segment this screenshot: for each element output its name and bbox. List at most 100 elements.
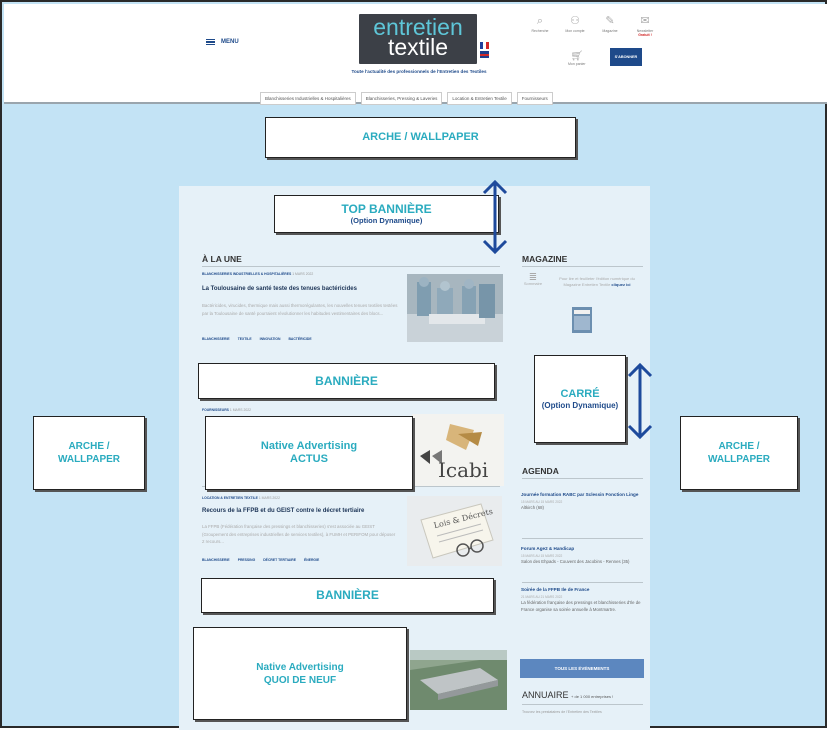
- cart-link[interactable]: 🛒︎ Mon panier: [568, 51, 586, 66]
- account-link[interactable]: ⚇ Mon compte: [564, 14, 586, 37]
- carre-arrow-icon: [627, 362, 653, 440]
- article1-tags: BLANCHISSERIE TEXTILE INNOVATION BACTÉRI…: [202, 337, 312, 341]
- category-tab-blanchisseries-industrielles[interactable]: Blanchisseries Industrielles & Hospitali…: [260, 92, 356, 105]
- event-place: Altkirch (68): [521, 505, 544, 510]
- arche-right-text: ARCHE / WALLPAPER: [707, 441, 771, 465]
- magazine-divider: [522, 266, 643, 267]
- article1-title[interactable]: La Toulousaine de santé teste des tenues…: [202, 286, 402, 292]
- magazine-link[interactable]: cliquez ici: [611, 282, 630, 287]
- tag[interactable]: DÉCRET TERTIAIRE: [263, 558, 296, 562]
- wallpaper-area: MENU entretien textile Toute l'actualité…: [0, 0, 827, 730]
- top-banner-arrow-icon: [482, 179, 508, 255]
- native-actus-label: Native Advertising ACTUS: [205, 416, 413, 490]
- banner-1-label: BANNIÈRE: [198, 363, 495, 399]
- top-banner-text: TOP BANNIÈRE: [341, 202, 432, 216]
- category-tab-location[interactable]: Location & Entretien Textile: [447, 92, 512, 105]
- site-header: MENU entretien textile Toute l'actualité…: [4, 4, 827, 105]
- native-actus-line1: Native Advertising: [260, 440, 358, 452]
- native-quoi-line1: Native Advertising: [256, 661, 344, 673]
- tag[interactable]: ÉNERGIE: [304, 558, 319, 562]
- une-title: À LA UNE: [202, 254, 242, 264]
- french-flag-icon[interactable]: [480, 42, 489, 49]
- carre-text: CARRÉ: [560, 388, 600, 400]
- search-link[interactable]: ⌕ Recherche: [529, 14, 551, 37]
- agenda-event[interactable]: Journée formation RABC par Sclessin Fonc…: [521, 492, 645, 512]
- all-events-button[interactable]: TOUS LES ÉVÉNEMENTS: [520, 659, 644, 678]
- icabi-logo-text: Icabi: [438, 458, 489, 482]
- newsletter-free-badge: Gratuit !: [638, 33, 652, 37]
- search-label: Recherche: [531, 29, 549, 33]
- logo-line-2: textile: [387, 34, 449, 60]
- article2-category[interactable]: FOURNISSEURS 1 MARS 2022: [202, 408, 251, 412]
- article3-category[interactable]: LOCATION & ENTRETIEN TEXTILE 1 MARS 2022: [202, 496, 280, 500]
- tag[interactable]: PRESSING: [238, 558, 256, 562]
- category-tab-fournisseurs[interactable]: Fournisseurs: [516, 92, 553, 105]
- annuaire-title: ANNUAIRE: [522, 690, 569, 700]
- banner-2-label: BANNIÈRE: [201, 578, 494, 613]
- carre-label: CARRÉ (Option Dynamique): [534, 355, 626, 443]
- hamburger-icon: [206, 39, 215, 45]
- language-flags: [480, 42, 489, 58]
- magazine-link[interactable]: ✎ Magazine: [599, 14, 621, 37]
- article1-excerpt: Bactéricides, virucides, thermique mais …: [202, 303, 398, 316]
- annuaire-divider: [522, 704, 643, 705]
- newsletter-icon: ✉: [640, 15, 650, 27]
- subscribe-button[interactable]: S'ABONNER: [610, 48, 642, 66]
- tag[interactable]: INNOVATION: [260, 337, 281, 341]
- category-tab-pressing[interactable]: Blanchisseries, Pressing & Laveries: [360, 92, 443, 105]
- search-icon: ⌕: [536, 15, 544, 27]
- cart-label: Mon panier: [568, 62, 586, 66]
- agenda-event[interactable]: Soirée de la FFPB Ile de France 21 MARS …: [521, 587, 645, 613]
- annuaire-text: Trouvez les prestataires de l'Entretien …: [522, 710, 602, 714]
- menu-label: MENU: [221, 39, 239, 45]
- carre-sub: (Option Dynamique): [541, 401, 619, 410]
- category-nav: Blanchisseries Industrielles & Hospitali…: [260, 92, 553, 105]
- native-actus-line2: ACTUS: [290, 453, 328, 465]
- menu-button[interactable]: MENU: [206, 39, 239, 45]
- summary-label: Sommaire: [523, 281, 543, 286]
- english-flag-icon[interactable]: [480, 51, 489, 58]
- article3-image[interactable]: Lois & Décrets: [407, 496, 502, 566]
- top-banner-label: TOP BANNIÈRE (Option Dynamique): [274, 195, 499, 233]
- newsletter-link[interactable]: ✉ Newsletter Gratuit !: [634, 14, 656, 37]
- tag[interactable]: TEXTILE: [238, 337, 252, 341]
- event-divider: [522, 582, 643, 583]
- banner-2-text: BANNIÈRE: [316, 588, 379, 602]
- tag[interactable]: BLANCHISSERIE: [202, 558, 230, 562]
- top-banner-sub: (Option Dynamique): [350, 216, 423, 225]
- magazine-label: Magazine: [602, 29, 618, 33]
- article3-excerpt: La FFPB (Fédération française des pressi…: [202, 524, 396, 544]
- event-title[interactable]: Journée formation RABC par Sclessin Fonc…: [521, 492, 645, 499]
- tag[interactable]: BACTÉRICIDE: [288, 337, 311, 341]
- article1-image[interactable]: [407, 274, 503, 342]
- magazine-text: Pour lire et feuilleter l'édition numéri…: [552, 276, 642, 288]
- article3-tags: BLANCHISSERIE PRESSING DÉCRET TERTIAIRE …: [202, 558, 319, 562]
- article3-title[interactable]: Recours de la FFPB et du GEIST contre le…: [202, 508, 402, 514]
- arche-top-label: ARCHE / WALLPAPER: [265, 117, 576, 158]
- agenda-divider: [522, 478, 643, 479]
- arche-top-text: ARCHE / WALLPAPER: [362, 131, 479, 143]
- magazine-cover[interactable]: [572, 307, 592, 333]
- event-divider: [522, 538, 643, 539]
- event-place: La fédération française des pressings et…: [521, 600, 641, 612]
- arche-left-label: ARCHE / WALLPAPER: [33, 416, 145, 490]
- magazine-summary-link[interactable]: ≣ Sommaire: [521, 273, 545, 287]
- icabi-logo-image[interactable]: Icabi: [412, 414, 504, 486]
- account-label: Mon compte: [565, 29, 585, 33]
- une-divider: [202, 266, 500, 267]
- agenda-event[interactable]: Forum Age2 & Handicap 15 MARS AU 15 MARS…: [521, 546, 645, 566]
- article1-category[interactable]: BLANCHISSERIES INDUSTRIELLES & HOSPITALI…: [202, 272, 313, 276]
- event-place: Salon des Ehpads - Couvent des Jacobins …: [521, 559, 630, 564]
- magazine-icon: ✎: [605, 15, 615, 27]
- arche-left-text: ARCHE / WALLPAPER: [57, 441, 121, 465]
- agenda-title: AGENDA: [522, 466, 559, 476]
- site-logo[interactable]: entretien textile: [359, 14, 477, 64]
- arche-right-label: ARCHE / WALLPAPER: [680, 416, 798, 490]
- native-quoi-label: Native Advertising QUOI DE NEUF: [193, 627, 407, 720]
- cart-icon: 🛒︎: [570, 51, 584, 62]
- annuaire-heading: ANNUAIRE + de 1 000 entreprises !: [522, 690, 613, 700]
- user-icon: ⚇: [570, 15, 580, 27]
- annuaire-count: + de 1 000 entreprises !: [571, 694, 614, 699]
- quoi-de-neuf-image[interactable]: [410, 650, 507, 710]
- tag[interactable]: BLANCHISSERIE: [202, 337, 230, 341]
